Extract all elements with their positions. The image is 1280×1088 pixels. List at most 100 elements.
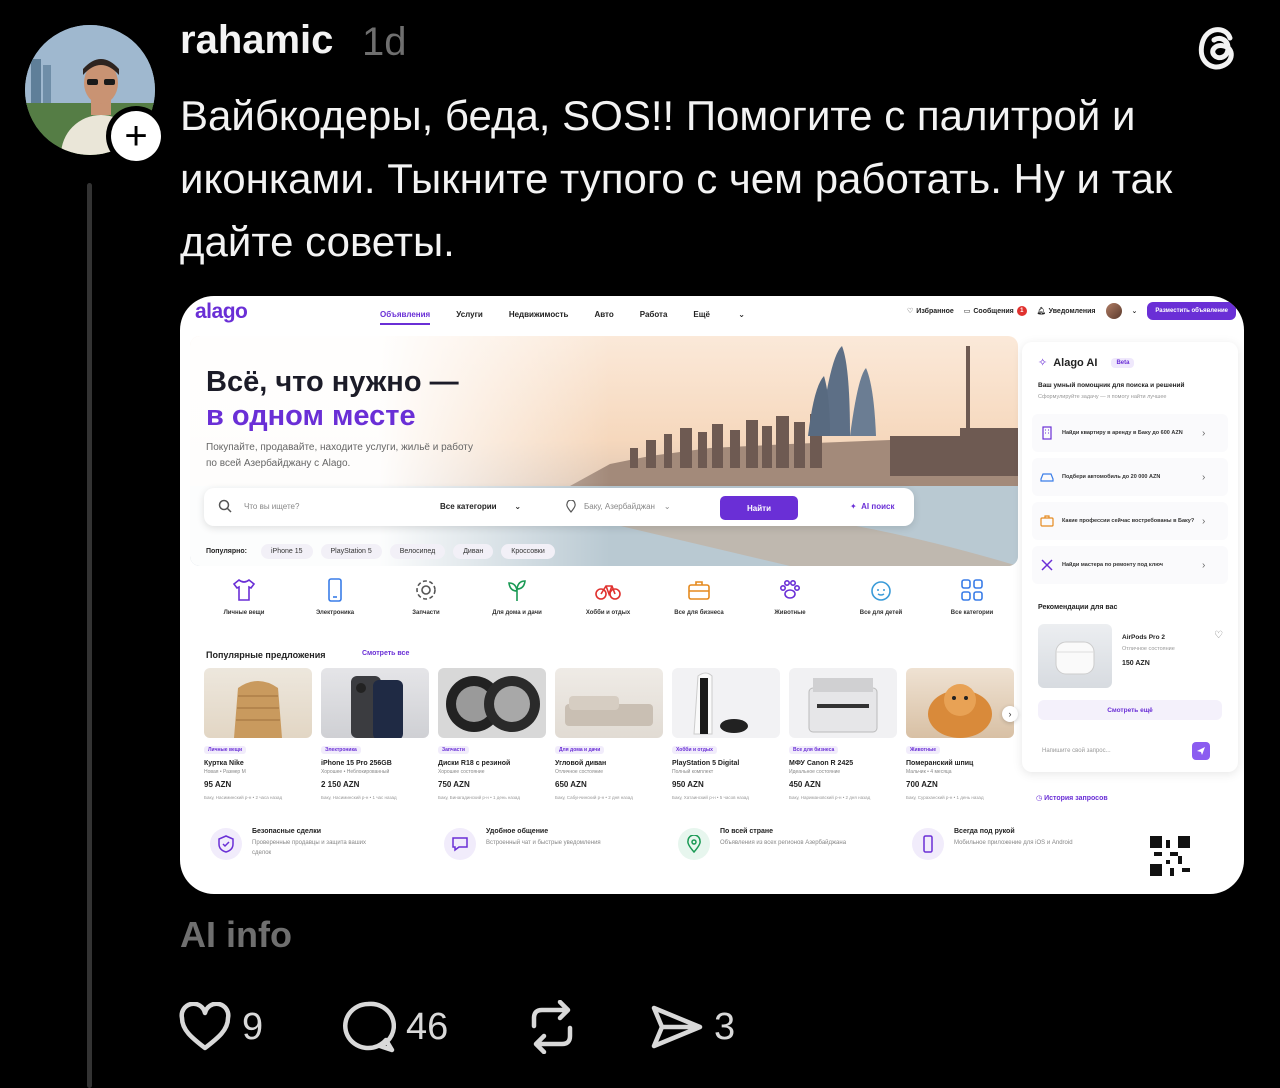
heart-icon: ♡ bbox=[907, 308, 914, 315]
message-icon: ▭ bbox=[963, 308, 971, 315]
category-row: Личные вещи Электроника Запчасти Для дом… bbox=[204, 576, 1012, 616]
search-bar: Что вы ищете? Все категории ⌄ Баку, Азер… bbox=[204, 488, 914, 526]
category-item: Для дома и дачи bbox=[477, 576, 557, 616]
attached-screenshot[interactable]: alago Объявления Услуги Недвижимость Авт… bbox=[180, 296, 1244, 894]
share-count: 3 bbox=[714, 1005, 736, 1048]
popular-chip: Кроссовки bbox=[501, 544, 555, 559]
offer-image bbox=[204, 668, 312, 738]
nav-jobs: Работа bbox=[639, 310, 668, 319]
repost-button[interactable] bbox=[524, 1000, 580, 1054]
nav-right: ♡ Избранное ▭ Сообщения 1 🔔︎ Уведомления ⌄ Р… bbox=[907, 302, 1236, 320]
ai-panel-tagline: Ваш умный помощник для поиска и решений bbox=[1038, 382, 1185, 389]
threads-logo-icon[interactable] bbox=[1190, 18, 1246, 74]
feature-row: Безопасные сделки Проверенные продавцы и … bbox=[210, 828, 1210, 860]
sparkle-icon: ✧ bbox=[1038, 357, 1048, 369]
offer-image bbox=[789, 668, 897, 738]
car-icon bbox=[1032, 470, 1062, 484]
search-placeholder: Что вы ищете? bbox=[244, 502, 300, 511]
nav-auto: Авто bbox=[594, 310, 614, 319]
chat-icon bbox=[444, 828, 476, 860]
search-icon bbox=[218, 499, 232, 513]
heart-icon bbox=[179, 1002, 231, 1051]
post-ad-button: Разместить объявление bbox=[1147, 302, 1236, 320]
grid-icon bbox=[958, 576, 986, 604]
offer-image bbox=[672, 668, 780, 738]
offer-card: Для дома и дачи Угловой диван Отличное с… bbox=[555, 668, 663, 800]
ai-search-button: ✦ AI поиск bbox=[850, 502, 895, 511]
ai-suggestion: Найди мастера по ремонту под ключ › bbox=[1032, 546, 1228, 584]
ai-panel-hint: Сформулируйте задачу — я помогу найти лу… bbox=[1038, 394, 1167, 400]
ai-suggestion: Какие профессии сейчас востребованы в Ба… bbox=[1032, 502, 1228, 540]
baby-icon bbox=[867, 576, 895, 604]
category-select: Все категории ⌄ bbox=[440, 502, 522, 511]
recommendation-card: AirPods Pro 2 Отличное состояние 150 AZN… bbox=[1038, 624, 1224, 690]
offer-card: Личные вещи Куртка Nike Новая • Размер M… bbox=[204, 668, 312, 800]
site-logo: alago bbox=[195, 300, 248, 323]
see-more-button: Смотреть ещё bbox=[1038, 700, 1222, 720]
main-nav: Объявления Услуги Недвижимость Авто Рабо… bbox=[380, 310, 771, 325]
ai-info-label[interactable]: AI info bbox=[180, 914, 292, 956]
offer-image bbox=[555, 668, 663, 738]
feature-item: Всегда под рукой Мобильное приложение для… bbox=[912, 828, 1146, 860]
like-count: 9 bbox=[242, 1005, 264, 1048]
offer-card: Электроника iPhone 15 Pro 256GB Хорошее … bbox=[321, 668, 429, 800]
popular-searches: Популярно: iPhone 15 PlayStation 5 Велос… bbox=[206, 544, 555, 559]
ai-panel-header: ✧ Alago AI Beta bbox=[1038, 356, 1135, 369]
shield-icon bbox=[210, 828, 242, 860]
map-pin-icon bbox=[678, 828, 710, 860]
messages-badge: 1 bbox=[1016, 306, 1027, 316]
popular-chip: iPhone 15 bbox=[260, 544, 313, 559]
category-item: Личные вещи bbox=[204, 576, 284, 616]
category-item: Электроника bbox=[295, 576, 375, 616]
offer-image bbox=[321, 668, 429, 738]
username[interactable]: rahamic bbox=[180, 18, 333, 63]
shirt-icon bbox=[230, 576, 258, 604]
nav-services: Услуги bbox=[456, 310, 483, 319]
offer-image bbox=[438, 668, 546, 738]
qr-code-icon bbox=[1150, 836, 1190, 876]
feature-item: Безопасные сделки Проверенные продавцы и … bbox=[210, 828, 444, 860]
offer-card: Хобби и отдых PlayStation 5 Digital Полн… bbox=[672, 668, 780, 800]
ai-suggestion: Подбери автомобиль до 20 000 AZN › bbox=[1032, 458, 1228, 496]
comment-button[interactable]: 46 bbox=[340, 1000, 448, 1054]
category-item: Хобби и отдых bbox=[568, 576, 648, 616]
like-button[interactable]: 9 bbox=[178, 1000, 263, 1054]
category-item: Все для бизнеса bbox=[659, 576, 739, 616]
share-button[interactable]: 3 bbox=[650, 1000, 735, 1054]
feature-item: Удобное общение Встроенный чат и быстрые … bbox=[444, 828, 678, 860]
nav-favorites: ♡ Избранное bbox=[907, 307, 954, 316]
offer-card: Все для бизнеса МФУ Canon R 2425 Идеальн… bbox=[789, 668, 897, 800]
offer-cards: Личные вещи Куртка Nike Новая • Размер M… bbox=[204, 668, 1016, 800]
nav-listings: Объявления bbox=[380, 310, 431, 325]
popular-label: Популярно: bbox=[206, 548, 247, 555]
ai-assistant-panel: ✧ Alago AI Beta Ваш умный помощник для пои… bbox=[1022, 342, 1238, 772]
popular-chip: Диван bbox=[453, 544, 494, 559]
clock-icon: ◷ bbox=[1036, 795, 1043, 802]
comment-icon bbox=[343, 1001, 396, 1053]
offer-image bbox=[906, 668, 1014, 738]
plus-icon: + bbox=[111, 111, 161, 161]
gear-icon bbox=[412, 576, 440, 604]
building-icon bbox=[1032, 426, 1062, 440]
tools-icon bbox=[1032, 558, 1062, 572]
bell-icon: 🔔︎ bbox=[1036, 308, 1046, 315]
location-select: Баку, Азербайджан ⌄ bbox=[584, 502, 671, 511]
nav-more: Ещё ⌄ bbox=[693, 310, 745, 319]
offers-title: Популярные предложения bbox=[206, 650, 326, 660]
category-item: Запчасти bbox=[386, 576, 466, 616]
paw-icon bbox=[776, 576, 804, 604]
category-item: Все для детей bbox=[841, 576, 921, 616]
query-history-link: ◷ История запросов bbox=[1036, 795, 1108, 802]
nav-realty: Недвижимость bbox=[508, 310, 569, 319]
ai-suggestion: Найди квартиру в аренду в Баку до 600 AZ… bbox=[1032, 414, 1228, 452]
smartphone-icon bbox=[912, 828, 944, 860]
thread-line bbox=[87, 183, 92, 1088]
feature-item: По всей стране Объявления из всех регионо… bbox=[678, 828, 912, 860]
send-icon bbox=[651, 1005, 703, 1049]
offer-card: Запчасти Диски R18 с резиной Хорошее сос… bbox=[438, 668, 546, 800]
follow-button[interactable]: + bbox=[106, 106, 166, 166]
bicycle-icon bbox=[594, 576, 622, 604]
hero-banner: Всё, что нужно — в одном месте Покупайте… bbox=[190, 336, 1018, 566]
nav-notifications: 🔔︎ Уведомления bbox=[1036, 307, 1096, 316]
plant-icon bbox=[503, 576, 531, 604]
